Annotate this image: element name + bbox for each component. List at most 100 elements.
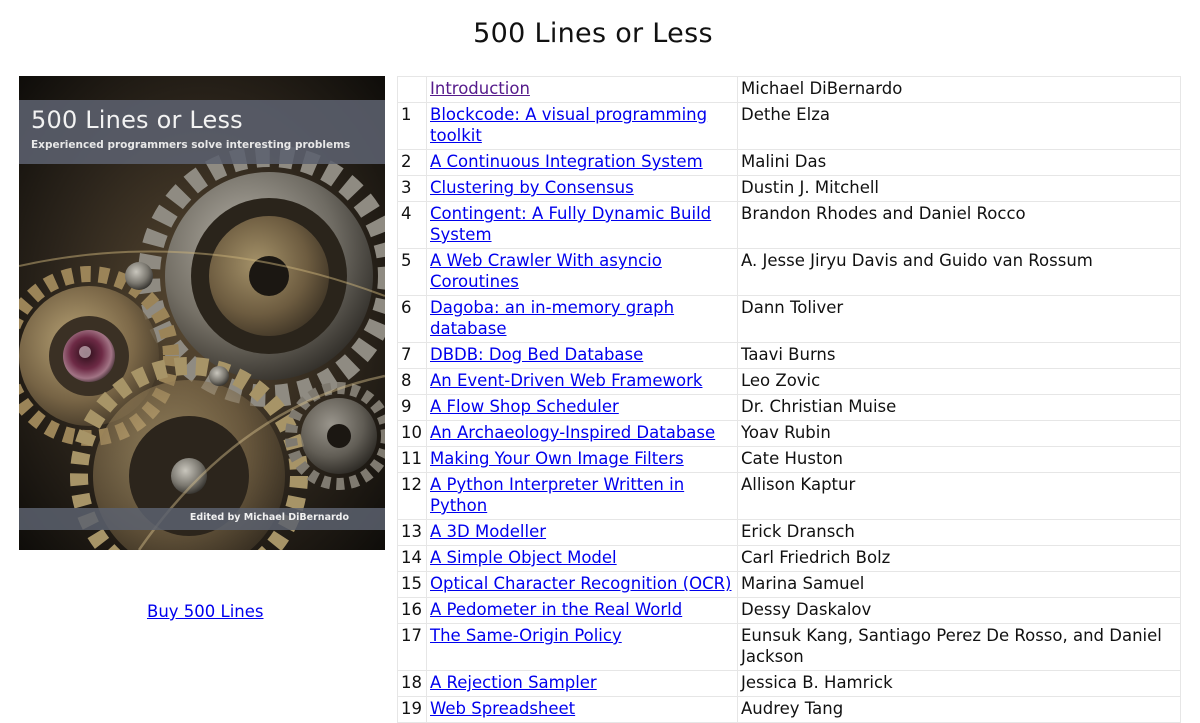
chapter-number: 12 xyxy=(397,472,427,520)
chapter-number: 2 xyxy=(397,149,427,176)
table-row: 14 A Simple Object Model Carl Friedrich Bo… xyxy=(397,545,1181,572)
chapter-table-body: Introduction Michael DiBernardo 1 Blockcode… xyxy=(397,76,1181,723)
table-row: 18 A Rejection Sampler Jessica B. Hamrick xyxy=(397,670,1181,697)
table-row: 4 Contingent: A Fully Dynamic Build Syste… xyxy=(397,201,1181,249)
chapter-link[interactable]: Dagoba: an in-memory graph database xyxy=(430,298,674,338)
chapter-author: Marina Samuel xyxy=(737,571,1181,598)
chapter-number: 17 xyxy=(397,623,427,671)
chapter-link[interactable]: A Web Crawler With asyncio Coroutines xyxy=(430,251,662,291)
chapter-number: 14 xyxy=(397,545,427,572)
chapter-author: Carl Friedrich Bolz xyxy=(737,545,1181,572)
chapter-author: Audrey Tang xyxy=(737,696,1181,723)
chapter-link[interactable]: Contingent: A Fully Dynamic Build System xyxy=(430,204,711,244)
chapter-title-cell: Blockcode: A visual programming toolkit xyxy=(426,102,738,150)
table-row: 5A Web Crawler With asyncio Coroutines A.… xyxy=(397,248,1181,296)
table-row: 19 Web Spreadsheet Audrey Tang xyxy=(397,696,1181,723)
chapter-author: A. Jesse Jiryu Davis and Guido van Rossu… xyxy=(737,248,1181,296)
chapter-number: 5 xyxy=(397,248,427,296)
chapter-title-cell: Introduction xyxy=(426,76,738,103)
chapter-title-cell: A 3D Modeller xyxy=(426,519,738,546)
cover-subtitle: Experienced programmers solve interestin… xyxy=(31,139,351,151)
chapter-title-cell: Optical Character Recognition (OCR) xyxy=(426,571,738,598)
chapter-author: Yoav Rubin xyxy=(737,420,1181,447)
chapter-number: 13 xyxy=(397,519,427,546)
chapter-link[interactable]: A Flow Shop Scheduler xyxy=(430,397,619,416)
chapter-title-cell: A Pedometer in the Real World xyxy=(426,597,738,624)
chapter-link[interactable]: An Event-Driven Web Framework xyxy=(430,371,702,390)
chapter-author: Erick Dransch xyxy=(737,519,1181,546)
chapter-link[interactable]: Clustering by Consensus xyxy=(430,178,634,197)
chapter-number: 11 xyxy=(397,446,427,473)
chapter-title-cell: Web Spreadsheet xyxy=(426,696,738,723)
chapter-number: 9 xyxy=(397,394,427,421)
table-row: Introduction Michael DiBernardo xyxy=(397,76,1181,103)
chapter-author: Malini Das xyxy=(737,149,1181,176)
chapter-number: 16 xyxy=(397,597,427,624)
chapter-number: 10 xyxy=(397,420,427,447)
chapter-link[interactable]: Blockcode: A visual programming toolkit xyxy=(430,105,707,145)
chapter-link[interactable]: A Simple Object Model xyxy=(430,548,617,567)
chapter-link[interactable]: Introduction xyxy=(430,79,530,98)
chapter-author: Brandon Rhodes and Daniel Rocco xyxy=(737,201,1181,249)
chapter-link[interactable]: A Python Interpreter Written in Python xyxy=(430,475,684,515)
chapter-title-cell: A Flow Shop Scheduler xyxy=(426,394,738,421)
chapter-link[interactable]: Optical Character Recognition (OCR) xyxy=(430,574,732,593)
chapter-author: Eunsuk Kang, Santiago Perez De Rosso, an… xyxy=(737,623,1181,671)
table-row: 2A Continuous Integration System Malini D… xyxy=(397,149,1181,176)
table-row: 11 Making Your Own Image Filters Cate Hust… xyxy=(397,446,1181,473)
chapter-number: 6 xyxy=(397,295,427,343)
chapter-number: 3 xyxy=(397,175,427,202)
chapter-link[interactable]: Web Spreadsheet xyxy=(430,699,575,718)
cover-editor-credit: Edited by Michael DiBernardo xyxy=(189,512,349,523)
chapter-title-cell: DBDB: Dog Bed Database xyxy=(426,342,738,369)
chapter-title-cell: A Rejection Sampler xyxy=(426,670,738,697)
table-row: 6 Dagoba: an in-memory graph database Dann… xyxy=(397,295,1181,343)
chapter-title-cell: A Continuous Integration System xyxy=(426,149,738,176)
chapter-author: Dann Toliver xyxy=(737,295,1181,343)
chapter-title-cell: Dagoba: an in-memory graph database xyxy=(426,295,738,343)
page-title: 500 Lines or Less xyxy=(473,18,713,49)
chapter-link[interactable]: An Archaeology-Inspired Database xyxy=(430,423,715,442)
book-cover-image: 500 Lines or Less Experienced programmer… xyxy=(19,76,385,550)
chapter-author: Dustin J. Mitchell xyxy=(737,175,1181,202)
chapter-link[interactable]: Making Your Own Image Filters xyxy=(430,449,684,468)
table-row: 7 DBDB: Dog Bed Database Taavi Burns xyxy=(397,342,1181,369)
table-row: 8 An Event-Driven Web Framework Leo Zovic xyxy=(397,368,1181,395)
chapter-link[interactable]: A Continuous Integration System xyxy=(430,152,703,171)
chapter-title-cell: Clustering by Consensus xyxy=(426,175,738,202)
chapter-number: 4 xyxy=(397,201,427,249)
chapter-title-cell: An Archaeology-Inspired Database xyxy=(426,420,738,447)
buy-book-link[interactable]: Buy 500 Lines xyxy=(147,602,264,621)
chapter-author: Dr. Christian Muise xyxy=(737,394,1181,421)
chapter-number: 1 xyxy=(397,102,427,150)
chapter-author: Jessica B. Hamrick xyxy=(737,670,1181,697)
chapter-number: 8 xyxy=(397,368,427,395)
chapter-title-cell: Contingent: A Fully Dynamic Build System xyxy=(426,201,738,249)
table-row: 17 The Same-Origin Policy Eunsuk Kang, San… xyxy=(397,623,1181,671)
chapter-title-cell: A Python Interpreter Written in Python xyxy=(426,472,738,520)
chapter-author: Allison Kaptur xyxy=(737,472,1181,520)
table-row: 12 A Python Interpreter Written in Python… xyxy=(397,472,1181,520)
chapter-link[interactable]: A Pedometer in the Real World xyxy=(430,600,682,619)
table-row: 9A Flow Shop Scheduler Dr. Christian Muis… xyxy=(397,394,1181,421)
chapter-author: Taavi Burns xyxy=(737,342,1181,369)
chapter-title-cell: A Simple Object Model xyxy=(426,545,738,572)
chapter-link[interactable]: The Same-Origin Policy xyxy=(430,626,622,645)
table-row: 3 Clustering by Consensus Dustin J. Mitche… xyxy=(397,175,1181,202)
chapter-table: Introduction Michael DiBernardo 1 Blockcode… xyxy=(397,76,1181,723)
table-row: 13 A 3D Modeller Erick Dransch xyxy=(397,519,1181,546)
chapter-author: Dessy Daskalov xyxy=(737,597,1181,624)
table-row: 1 Blockcode: A visual programming toolkit… xyxy=(397,102,1181,150)
table-row: 16 A Pedometer in the Real World Dessy Das… xyxy=(397,597,1181,624)
chapter-title-cell: An Event-Driven Web Framework xyxy=(426,368,738,395)
chapter-title-cell: Making Your Own Image Filters xyxy=(426,446,738,473)
chapter-number xyxy=(397,76,427,103)
chapter-link[interactable]: A 3D Modeller xyxy=(430,522,546,541)
chapter-author: Dethe Elza xyxy=(737,102,1181,150)
chapter-number: 15 xyxy=(397,571,427,598)
chapter-link[interactable]: DBDB: Dog Bed Database xyxy=(430,345,643,364)
table-row: 10 An Archaeology-Inspired Database Yoav R… xyxy=(397,420,1181,447)
chapter-author: Leo Zovic xyxy=(737,368,1181,395)
chapter-author: Michael DiBernardo xyxy=(737,76,1181,103)
chapter-author: Cate Huston xyxy=(737,446,1181,473)
